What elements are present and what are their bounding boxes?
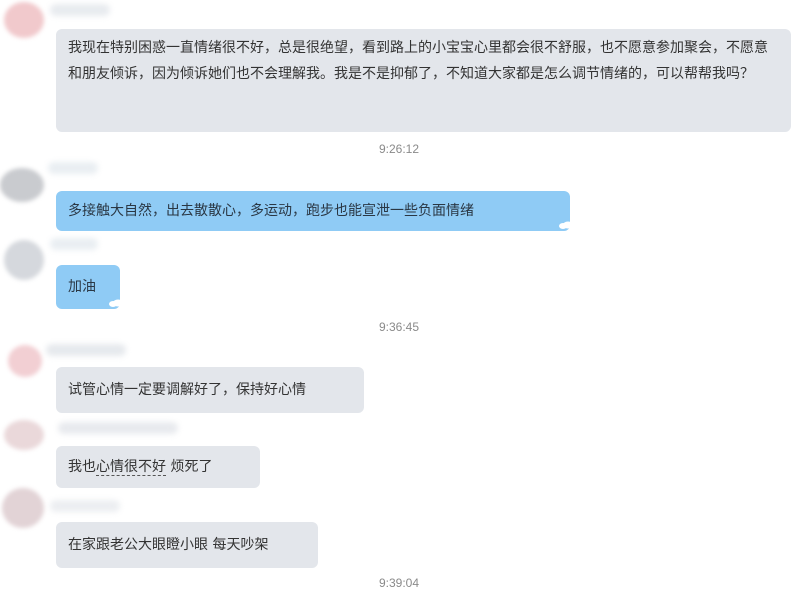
sender-name-blurred [50, 500, 120, 512]
chat-window: 我现在特别困惑一直情绪很不好，总是很绝望，看到路上的小宝宝心里都会很不舒服，也不… [0, 0, 798, 594]
timestamp: 9:36:45 [378, 320, 420, 334]
message-text: 我现在特别困惑一直情绪很不好，总是很绝望，看到路上的小宝宝心里都会很不舒服，也不… [68, 40, 768, 82]
message-bubble[interactable]: 我也心情很不好 烦死了 [56, 446, 260, 488]
message-text: 我也 [68, 459, 96, 475]
message-bubble[interactable]: 试管心情一定要调解好了，保持好心情 [56, 367, 364, 413]
avatar[interactable] [4, 420, 44, 450]
message-text: 多接触大自然，出去散散心，多运动，跑步也能宣泄一些负面情绪 [68, 203, 474, 219]
avatar[interactable] [4, 240, 44, 280]
cloud-decoration-icon [559, 221, 573, 229]
avatar[interactable] [2, 488, 44, 528]
sender-name-blurred [58, 422, 178, 434]
sender-name-blurred [46, 344, 126, 356]
message-text: 试管心情一定要调解好了，保持好心情 [68, 382, 306, 398]
underlined-text: 心情很不好 [96, 459, 166, 476]
sender-name-blurred [50, 4, 110, 16]
timestamp: 9:26:12 [378, 142, 420, 156]
message-text: 加油 [68, 279, 96, 295]
message-bubble[interactable]: 我现在特别困惑一直情绪很不好，总是很绝望，看到路上的小宝宝心里都会很不舒服，也不… [56, 29, 791, 132]
message-bubble[interactable]: 加油 [56, 265, 123, 309]
sender-name-blurred [48, 162, 98, 174]
avatar[interactable] [0, 168, 44, 202]
message-bubble[interactable]: 多接触大自然，出去散散心，多运动，跑步也能宣泄一些负面情绪 [56, 191, 573, 231]
avatar[interactable] [4, 2, 44, 38]
avatar[interactable] [8, 345, 42, 377]
timestamp: 9:39:04 [378, 576, 420, 590]
sender-name-blurred [50, 238, 98, 250]
message-text: 在家跟老公大眼瞪小眼 每天吵架 [68, 537, 269, 553]
cloud-decoration-icon [109, 299, 123, 307]
message-text: 烦死了 [166, 459, 213, 475]
message-bubble[interactable]: 在家跟老公大眼瞪小眼 每天吵架 [56, 522, 318, 568]
